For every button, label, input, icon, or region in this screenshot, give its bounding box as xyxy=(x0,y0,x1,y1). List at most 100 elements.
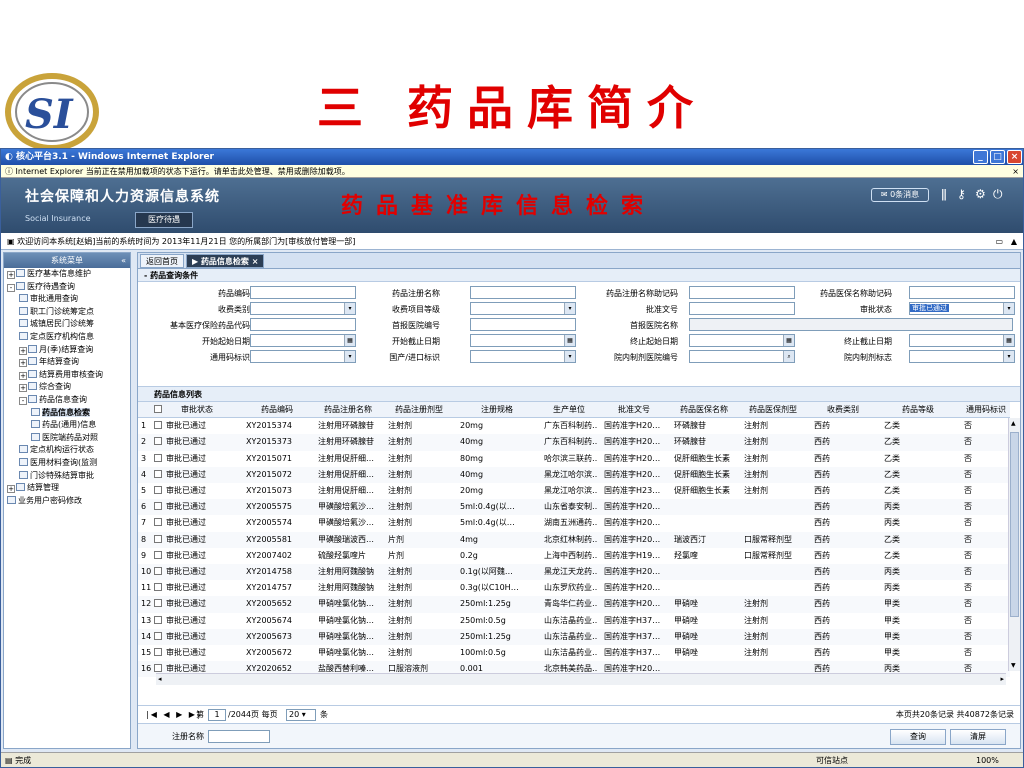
restore-panel-icon[interactable]: ▭ xyxy=(995,233,1003,250)
infobar-close-icon[interactable]: × xyxy=(1012,165,1019,178)
column-header[interactable]: 药品医保名称 xyxy=(670,402,738,418)
sidebar-item[interactable]: 城镇居民门诊统筹 xyxy=(4,318,130,331)
checkbox[interactable] xyxy=(154,453,162,462)
gear-icon[interactable]: ⚙ xyxy=(975,187,986,201)
dropdown-arrow-icon[interactable]: ▾ xyxy=(1003,351,1014,362)
vertical-scroll-thumb[interactable] xyxy=(1010,432,1019,617)
key-icon[interactable]: ⚷ xyxy=(957,187,966,201)
table-row[interactable]: 13 审批已通过 XY2005674 甲硝唑氯化钠… 注射剂 250ml:0.5g 山东洁晶… xyxy=(138,613,1010,629)
checkbox[interactable] xyxy=(154,550,162,559)
row-checkbox[interactable] xyxy=(154,596,162,612)
messages-button[interactable]: ✉ 0条消息 xyxy=(871,188,929,202)
ie-infobar[interactable]: ⓘ Internet Explorer 当前正在禁用加载项的状态下运行。请单击此… xyxy=(1,165,1023,178)
sidebar-item[interactable]: + 综合查询 xyxy=(4,381,130,394)
maximize-button[interactable]: □ xyxy=(990,150,1005,164)
checkbox[interactable] xyxy=(154,648,162,656)
table-row[interactable]: 8 审批已通过 XY2005581 甲磺酸瑞波西… 片剂 4mg 北京红林制药… 国药准字H2… xyxy=(138,531,1010,548)
checkbox[interactable] xyxy=(154,437,162,446)
insurance-name-code-input[interactable] xyxy=(909,286,1015,299)
sidebar-item[interactable]: 医用材料查询(监测 xyxy=(4,457,130,470)
sidebar-item[interactable]: + 月(季)结算查询 xyxy=(4,344,130,357)
row-checkbox[interactable] xyxy=(154,580,162,596)
minimize-button[interactable]: _ xyxy=(973,150,988,164)
table-row[interactable]: 3 审批已通过 XY2015071 注射用促肝细… 注射剂 80mg 哈尔滨三联药… 国药准字… xyxy=(138,451,1010,467)
column-header[interactable]: 收费类别 xyxy=(810,402,876,418)
row-checkbox[interactable] xyxy=(154,499,162,515)
table-row[interactable]: 10 审批已通过 XY2014758 注射用阿魏酸钠 注射剂 0.1g(以阿魏… 黑龙江天龙… xyxy=(138,564,1010,581)
checkbox[interactable] xyxy=(154,469,162,478)
module-tab-medical[interactable]: 医疗待遇 xyxy=(135,212,193,228)
scroll-up-icon[interactable]: ▲ xyxy=(1011,420,1016,427)
expand-icon[interactable]: + xyxy=(7,271,15,279)
expand-icon[interactable]: + xyxy=(19,346,27,355)
scroll-down-icon[interactable]: ▼ xyxy=(1011,662,1016,669)
collapse-panel-icon[interactable]: ▲ xyxy=(1011,233,1017,250)
row-checkbox[interactable] xyxy=(154,645,162,661)
checkbox[interactable] xyxy=(154,502,162,511)
checkbox[interactable] xyxy=(154,534,162,543)
row-checkbox[interactable] xyxy=(154,418,162,434)
column-header[interactable]: 药品等级 xyxy=(880,402,956,418)
sidebar-item[interactable]: 门诊特殊结算审批 xyxy=(4,470,130,483)
table-row[interactable]: 2 审批已通过 XY2015373 注射用环磷腺苷 注射剂 40mg 广东百科制药… 国药准字… xyxy=(138,434,1010,451)
column-header[interactable]: 通用码标识 xyxy=(960,402,1012,418)
zoom-level[interactable]: 100% xyxy=(976,753,999,767)
checkbox[interactable] xyxy=(154,421,162,430)
sidebar-item[interactable]: 定点机构运行状态 xyxy=(4,444,130,457)
calendar-icon[interactable]: ▦ xyxy=(1003,335,1014,346)
column-header[interactable]: 注册规格 xyxy=(456,402,538,418)
per-page-select[interactable]: 20 ▾ xyxy=(286,709,316,721)
sidebar-item[interactable]: 业务用户密码修改 xyxy=(4,495,130,508)
sidebar-item[interactable]: + 医疗基本信息维护 xyxy=(4,268,130,281)
dropdown-arrow-icon[interactable]: ▾ xyxy=(1003,303,1014,314)
checkbox[interactable] xyxy=(154,405,162,413)
row-checkbox[interactable] xyxy=(154,629,162,645)
checkbox[interactable] xyxy=(154,615,162,624)
table-row[interactable]: 5 审批已通过 XY2015073 注射用促肝细… 注射剂 20mg 黑龙江哈尔滨… 国药准字… xyxy=(138,483,1010,499)
tab-home[interactable]: 返回首页 xyxy=(140,254,184,268)
table-row[interactable]: 14 审批已通过 XY2005673 甲硝唑氯化钠… 注射剂 250ml:1.25g 山东洁… xyxy=(138,628,1010,645)
sidebar-item[interactable]: 药品(通用)信息 xyxy=(4,419,130,432)
sidebar-item[interactable]: 审批通用查询 xyxy=(4,293,130,306)
clear-button[interactable]: 清屏 xyxy=(950,729,1006,745)
checkbox[interactable] xyxy=(154,664,162,673)
column-header[interactable]: 药品编码 xyxy=(242,402,312,418)
power-icon[interactable]: ⏻ xyxy=(993,187,1003,202)
column-header[interactable]: 药品注册剂型 xyxy=(384,402,454,418)
scroll-left-icon[interactable]: ◂ xyxy=(158,675,162,683)
row-checkbox[interactable] xyxy=(154,515,162,531)
collapse-sidebar-icon[interactable]: « xyxy=(121,253,126,268)
user-icon[interactable]: ǁ xyxy=(941,187,947,201)
column-header[interactable]: 审批状态 xyxy=(162,402,232,418)
sidebar-item[interactable]: + 年结算查询 xyxy=(4,356,130,369)
column-header[interactable]: 生产单位 xyxy=(540,402,598,418)
sidebar-item[interactable]: 定点医疗机构信息 xyxy=(4,331,130,344)
table-row[interactable]: 15 审批已通过 XY2005672 甲硝唑氯化钠… 注射剂 100ml:0.5g 山东洁晶… xyxy=(138,645,1010,661)
checkbox[interactable] xyxy=(154,599,162,608)
tab-close-icon[interactable]: × xyxy=(252,257,259,266)
table-row[interactable]: 6 审批已通过 XY2005575 甲磺酸培氟沙… 注射剂 5ml:0.4g(以… 山东省泰… xyxy=(138,499,1010,516)
expand-icon[interactable]: + xyxy=(19,359,27,368)
column-header[interactable]: 批准文号 xyxy=(600,402,668,418)
expand-icon[interactable]: + xyxy=(19,384,27,393)
row-checkbox[interactable] xyxy=(154,532,162,548)
checkbox[interactable] xyxy=(154,631,162,640)
row-checkbox[interactable] xyxy=(154,564,162,580)
end-end-date-input[interactable]: ▦ xyxy=(909,334,1015,347)
expand-icon[interactable]: + xyxy=(7,485,15,494)
checkbox[interactable] xyxy=(154,518,162,527)
select-all-checkbox[interactable] xyxy=(154,402,162,418)
tab-drug-search[interactable]: ▶ 药品信息检索 × xyxy=(186,254,265,268)
column-header[interactable]: 药品注册名称 xyxy=(314,402,382,418)
sidebar-item[interactable]: 药品信息检索 xyxy=(4,407,130,420)
table-row[interactable]: 1 审批已通过 XY2015374 注射用环磷腺苷 注射剂 20mg 广东百科制药… 国药准字… xyxy=(138,418,1010,434)
expand-icon[interactable]: + xyxy=(19,371,27,380)
hospital-prep-flag-input[interactable]: ▾ xyxy=(909,350,1015,363)
table-row[interactable]: 12 审批已通过 XY2005652 甲硝唑氯化钠… 注射剂 250ml:1.25g 青岛华… xyxy=(138,596,1010,613)
table-row[interactable]: 9 审批已通过 XY2007402 硫酸羟氯喹片 片剂 0.2g 上海中西制药… 国药准字H1… xyxy=(138,548,1010,564)
sidebar-item[interactable]: - 药品信息查询 xyxy=(4,394,130,407)
page-input[interactable]: 1 xyxy=(208,709,226,721)
row-checkbox[interactable] xyxy=(154,548,162,564)
table-row[interactable]: 4 审批已通过 XY2015072 注射用促肝细… 注射剂 40mg 黑龙江哈尔滨… 国药准字… xyxy=(138,466,1010,483)
row-checkbox[interactable] xyxy=(154,451,162,467)
